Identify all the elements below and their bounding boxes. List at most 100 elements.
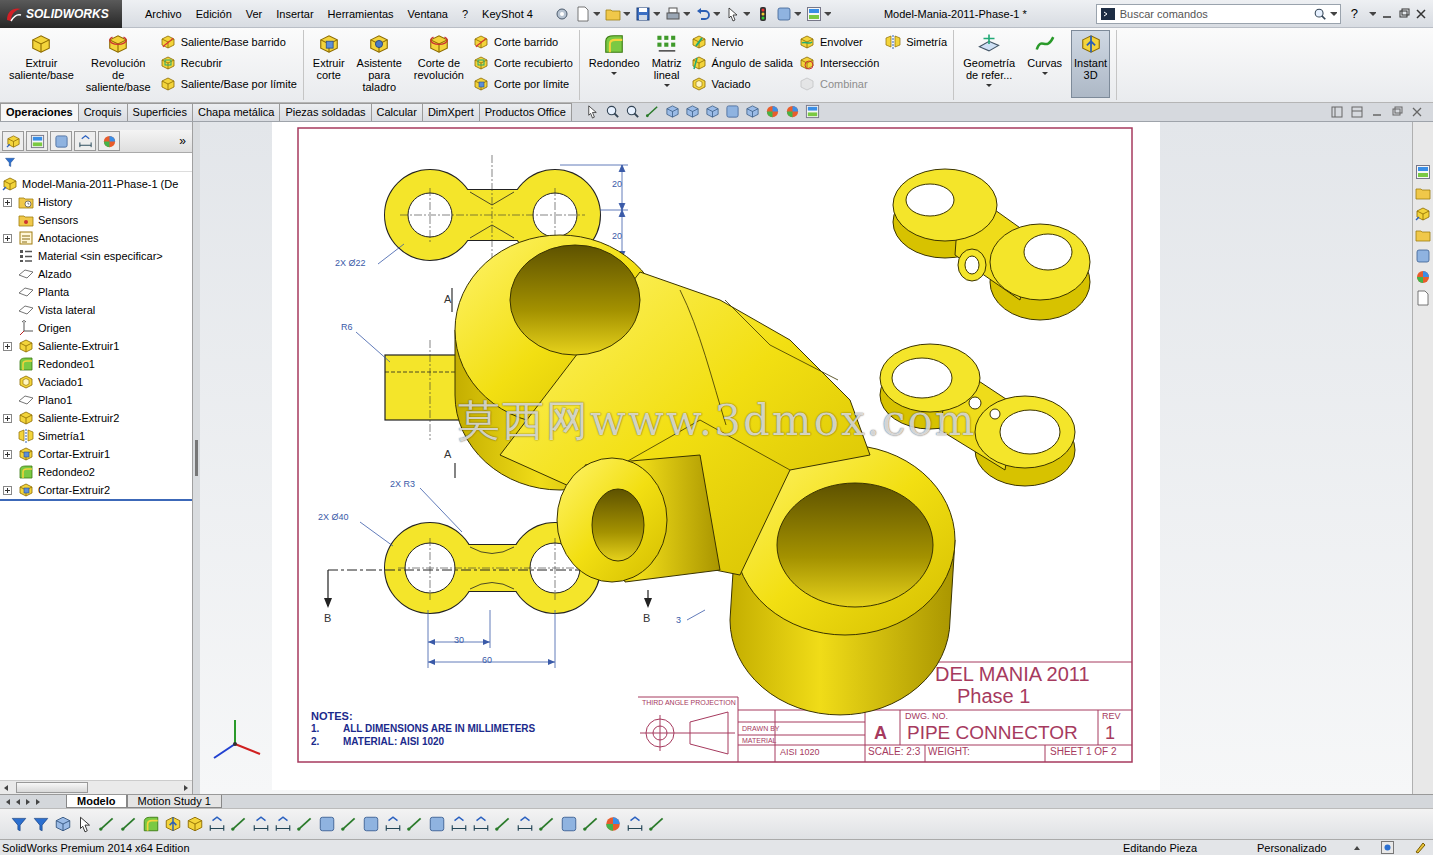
- menu-item[interactable]: Herramientas: [321, 6, 401, 22]
- expand-toggle[interactable]: [3, 414, 12, 423]
- view-button[interactable]: [705, 104, 720, 119]
- toolbar-button[interactable]: [494, 815, 512, 833]
- quick-button[interactable]: [806, 6, 831, 22]
- ribbon-button[interactable]: Asistente para taladro: [354, 30, 405, 102]
- ribbon-small-button[interactable]: Corte recubierto: [473, 55, 573, 71]
- ribbon-small-button[interactable]: Vaciado: [691, 76, 793, 92]
- units-selector[interactable]: Personalizado: [1257, 842, 1353, 854]
- view-button[interactable]: [785, 104, 800, 119]
- tree-item[interactable]: Saliente-Extruir2: [0, 409, 192, 427]
- toolbar-button[interactable]: [538, 815, 556, 833]
- toolbar-button[interactable]: [340, 815, 358, 833]
- task-pane-button[interactable]: [1415, 164, 1431, 180]
- menu-item[interactable]: ?: [455, 6, 475, 22]
- command-tab[interactable]: Superficies: [127, 103, 193, 121]
- panel-tab[interactable]: [2, 131, 24, 151]
- command-tab[interactable]: Croquis: [78, 103, 128, 121]
- toolbar-button[interactable]: [560, 815, 578, 833]
- toolbar-button[interactable]: [76, 815, 94, 833]
- view-button[interactable]: [585, 104, 600, 119]
- ribbon-small-button[interactable]: Saliente/Base por límite: [160, 76, 297, 92]
- toolbar-button[interactable]: [362, 815, 380, 833]
- command-tab[interactable]: Productos Office: [479, 103, 572, 121]
- toolbar-button[interactable]: [164, 815, 182, 833]
- ribbon-small-button[interactable]: Intersección: [799, 55, 879, 71]
- command-tab[interactable]: Operaciones: [0, 103, 79, 121]
- menu-item[interactable]: Ventana: [401, 6, 455, 22]
- toolbar-button[interactable]: [142, 815, 160, 833]
- tree-item[interactable]: Simetría1: [0, 427, 192, 445]
- toolbar-button[interactable]: [186, 815, 204, 833]
- ribbon-small-button[interactable]: Recubrir: [160, 55, 297, 71]
- quick-button[interactable]: [575, 6, 600, 22]
- quick-button[interactable]: [665, 6, 690, 22]
- quick-button[interactable]: [755, 6, 771, 22]
- view-button[interactable]: [605, 104, 620, 119]
- tree-item[interactable]: Plano1: [0, 391, 192, 409]
- tree-item[interactable]: Alzado: [0, 265, 192, 283]
- tree-filter[interactable]: [0, 153, 192, 172]
- command-tab[interactable]: Calcular: [371, 103, 423, 121]
- search-input[interactable]: [1118, 7, 1311, 21]
- part-model[interactable]: [272, 122, 1160, 790]
- panel-tab[interactable]: [74, 131, 96, 151]
- help-button[interactable]: ?: [1341, 6, 1362, 21]
- view-button[interactable]: [765, 104, 780, 119]
- tree-item[interactable]: History: [0, 193, 192, 211]
- view-button[interactable]: [745, 104, 760, 119]
- task-pane-button[interactable]: [1415, 206, 1431, 222]
- splitter-handle[interactable]: [195, 440, 198, 476]
- toolbar-button[interactable]: [296, 815, 314, 833]
- ribbon-button[interactable]: Revolución de saliente/base: [83, 30, 154, 102]
- tree-item[interactable]: Saliente-Extruir1: [0, 337, 192, 355]
- tree-item[interactable]: Redondeo1: [0, 355, 192, 373]
- toolbar-button[interactable]: [516, 815, 534, 833]
- task-pane-button[interactable]: [1415, 185, 1431, 201]
- expand-toggle[interactable]: [3, 234, 12, 243]
- toolbar-button[interactable]: [318, 815, 336, 833]
- ribbon-small-button[interactable]: Corte barrido: [473, 34, 573, 50]
- toolbar-button[interactable]: [120, 815, 138, 833]
- toolbar-button[interactable]: [252, 815, 270, 833]
- ribbon-button[interactable]: Redondeo: [586, 30, 643, 98]
- view-button[interactable]: [725, 104, 740, 119]
- toolbar-button[interactable]: [406, 815, 424, 833]
- panel-tab[interactable]: [50, 131, 72, 151]
- model-tab[interactable]: Motion Study 1: [127, 795, 222, 808]
- toolbar-button[interactable]: [428, 815, 446, 833]
- scroll-thumb[interactable]: [16, 782, 88, 793]
- ribbon-button[interactable]: Geometría de refer...: [960, 30, 1018, 98]
- quick-button[interactable]: [554, 6, 570, 22]
- panel-tab[interactable]: [98, 131, 120, 151]
- view-button[interactable]: [805, 104, 820, 119]
- ribbon-button[interactable]: Extruir saliente/base: [6, 30, 77, 98]
- panel-tab[interactable]: [26, 131, 48, 151]
- toolbar-button[interactable]: [582, 815, 600, 833]
- menu-item[interactable]: Ver: [239, 6, 270, 22]
- ribbon-small-button[interactable]: Simetría: [885, 34, 947, 50]
- toolbar-button[interactable]: [384, 815, 402, 833]
- toolbar-button[interactable]: [472, 815, 490, 833]
- ribbon-small-button[interactable]: Nervio: [691, 34, 793, 50]
- toolbar-button[interactable]: [604, 815, 622, 833]
- menu-item[interactable]: Edición: [189, 6, 239, 22]
- task-pane-button[interactable]: [1415, 290, 1431, 306]
- toolbar-button[interactable]: [274, 815, 292, 833]
- tree-item[interactable]: Vista lateral: [0, 301, 192, 319]
- view-button[interactable]: [625, 104, 640, 119]
- ribbon-button[interactable]: Curvas: [1024, 30, 1065, 98]
- menu-item[interactable]: KeyShot 4: [475, 6, 540, 22]
- toolbar-button[interactable]: [10, 815, 28, 833]
- tree-item[interactable]: Vaciado1: [0, 373, 192, 391]
- quick-button[interactable]: [605, 6, 630, 22]
- ribbon-small-button[interactable]: Saliente/Base barrido: [160, 34, 297, 50]
- dropdown-arrow-icon[interactable]: [1042, 72, 1048, 75]
- quick-button[interactable]: [695, 6, 720, 22]
- command-tab[interactable]: DimXpert: [422, 103, 480, 121]
- toolbar-button[interactable]: [626, 815, 644, 833]
- tree-item[interactable]: Material <sin especificar>: [0, 247, 192, 265]
- tree-item[interactable]: Cortar-Extruir2: [0, 481, 192, 499]
- expand-toggle[interactable]: [3, 198, 12, 207]
- view-button[interactable]: [685, 104, 700, 119]
- menu-item[interactable]: Insertar: [269, 6, 320, 22]
